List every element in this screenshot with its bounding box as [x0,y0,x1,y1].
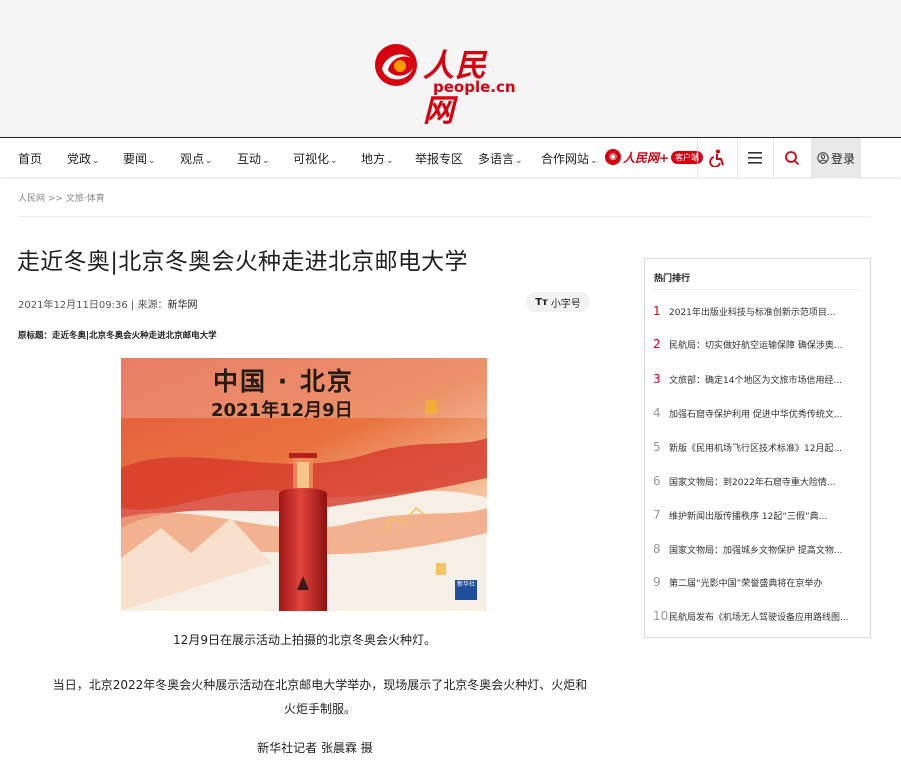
rank-headline: 加强石窟寺保护利用 促进中华优秀传统文... [669,409,843,420]
nav-item-opinion[interactable]: 观点⌄ [180,150,213,167]
photo-credit: 新华社记者 张晨霖 摄 [257,741,373,755]
nav-label: 多语言 [478,152,515,166]
hot-ranking-panel: 热门排行 1 2021年出版业科技与标准创新示范项目... 2 民航局：切实做好航空运… [644,258,871,638]
app-logo-icon: ◉ [605,149,621,165]
people-logo[interactable]: 人民网 people.cn [373,40,518,129]
top-banner: 人民网 people.cn [0,0,901,137]
font-size-toggle-button[interactable]: Tт 小字号 [526,292,590,312]
rank-headline: 国家文物局：加强城乡文物保护 提高文物... [669,545,843,556]
logo-mark-icon [375,44,417,86]
breadcrumb-divider [18,216,871,217]
user-icon [817,152,829,164]
nav-label: 可视化 [293,152,330,166]
hot-ranking-item[interactable]: 9 第二届“光影中国”荣誉盛典将在京举办 [653,573,863,591]
chevron-down-icon: ⌄ [205,156,213,166]
photo-text-location: 中国 · 北京 [213,367,354,396]
source-label: | 来源： [127,300,168,311]
article-photo: 中国 · 北京 2021年12月9日 新华社 [121,358,487,611]
hot-ranking-item[interactable]: 2 民航局：切实做好航空运输保障 确保涉奥... [653,335,863,353]
nav-item-home[interactable]: 首页 [18,150,42,167]
nav-item-news[interactable]: 要闻⌄ [123,150,156,167]
nav-label: 合作网站 [541,152,590,166]
rank-headline: 国家文物局：到2022年石窟寺重大险情... [669,477,836,488]
nav-item-local[interactable]: 地方⌄ [361,150,394,167]
rank-number: 8 [653,542,661,556]
search-icon-svg [785,151,800,166]
logo-text-en: people.cn [433,78,516,96]
rank-number: 4 [653,406,661,420]
original-title: 原标题：走近冬奥|北京冬奥会火种走进北京邮电大学 [18,331,217,341]
chevron-down-icon: ⌄ [148,156,156,166]
chevron-down-icon: ⌄ [386,156,394,166]
accessibility-icon[interactable] [697,145,737,171]
nav-item-party[interactable]: 党政⌄ [67,150,100,167]
rank-headline: 文旅部：确定14个地区为文旅市场信用经... [669,375,843,386]
rank-headline: 民航局发布《机场无人驾驶设备应用路线图... [669,612,849,623]
nav-label: 地方 [361,152,386,166]
article-date: 2021年12月11日09:36 [18,300,128,311]
chevron-down-icon: ⌄ [590,156,598,166]
search-icon[interactable] [772,145,812,171]
article-source[interactable]: 新华网 [167,300,197,311]
rank-headline: 2021年出版业科技与标准创新示范项目... [669,307,836,318]
hot-ranking-item[interactable]: 10 民航局发布《机场无人驾驶设备应用路线图... [653,607,863,625]
chevron-down-icon: ⌄ [92,156,100,166]
login-label: 登录 [830,151,855,166]
nav-label: 首页 [18,152,43,166]
article-paragraph: 当日，北京2022年冬奥会火种展示活动在北京邮电大学举办，现场展示了北京冬奥会火… [52,678,588,716]
breadcrumb: 人民网 >> 文旅·体育 [18,191,105,204]
rank-number: 1 [653,304,661,318]
nav-item-report[interactable]: 举报专区 [415,150,463,167]
nav-label: 观点 [180,152,205,166]
hot-ranking-title: 热门排行 [654,274,691,284]
photo-watermark: 新华社 [456,581,475,588]
hot-ranking-item[interactable]: 3 文旅部：确定14个地区为文旅市场信用经... [653,370,863,388]
nav-item-interact[interactable]: 互动⌄ [237,150,270,167]
rank-number: 5 [653,440,661,454]
article-meta: 2021年12月11日09:36 | 来源：新华网 [18,296,197,311]
article-title: 走近冬奥|北京冬奥会火种走进北京邮电大学 [17,249,468,275]
main-nav: 首页 党政⌄ 要闻⌄ 观点⌄ 互动⌄ 可视化⌄ 地方⌄ 举报专区 多语言⌄ 合作… [0,137,901,178]
nav-label: 互动 [237,152,262,166]
menu-icon-svg [748,152,762,164]
rank-number: 9 [653,575,661,589]
breadcrumb-section[interactable]: 文旅·体育 [66,194,105,204]
breadcrumb-sep: >> [47,194,63,204]
photo-text-date: 2021年12月9日 [211,400,353,421]
hot-ranking-item[interactable]: 4 加强石窟寺保护利用 促进中华优秀传统文... [653,404,863,422]
hot-ranking-item[interactable]: 8 国家文物局：加强城乡文物保护 提高文物... [653,540,863,558]
font-size-label: 小字号 [550,298,581,310]
rank-number: 10 [653,609,669,623]
hot-ranking-item[interactable]: 1 2021年出版业科技与标准创新示范项目... [653,302,863,320]
app-client-link[interactable]: ◉ 人民网+ 客户端 [605,148,704,166]
nav-label: 党政 [67,152,92,166]
chevron-down-icon: ⌄ [330,156,338,166]
menu-icon[interactable] [735,145,775,171]
accessibility-icon-svg [709,149,724,167]
rank-number: 6 [653,474,661,488]
hot-ranking-divider [654,289,861,290]
nav-item-partners[interactable]: 合作网站⌄ [541,150,598,167]
login-button[interactable]: 登录 [811,138,861,178]
hot-ranking-item[interactable]: 6 国家文物局：到2022年石窟寺重大险情... [653,472,863,490]
breadcrumb-home[interactable]: 人民网 [18,194,45,204]
rank-headline: 民航局：切实做好航空运输保障 确保涉奥... [669,340,843,351]
rank-number: 2 [653,337,661,351]
app-name: 人民网+ [623,150,670,165]
rank-number: 3 [653,372,661,386]
font-size-icon: Tт [535,296,548,308]
rank-headline: 第二届“光影中国”荣誉盛典将在京举办 [669,578,823,589]
nav-label: 要闻 [123,152,148,166]
chevron-down-icon: ⌄ [515,156,523,166]
hot-ranking-item[interactable]: 5 新版《民用机场飞行区技术标准》12月起... [653,438,863,456]
chevron-down-icon: ⌄ [262,156,270,166]
photo-caption: 12月9日在展示活动上拍摄的北京冬奥会火种灯。 [173,633,436,647]
rank-headline: 新版《民用机场飞行区技术标准》12月起... [669,443,843,454]
nav-item-visual[interactable]: 可视化⌄ [293,150,338,167]
hot-ranking-item[interactable]: 7 维护新闻出版传播秩序 12起“三假”典... [653,506,863,524]
nav-item-languages[interactable]: 多语言⌄ [478,150,523,167]
rank-headline: 维护新闻出版传播秩序 12起“三假”典... [669,511,828,522]
rank-number: 7 [653,508,661,522]
nav-label: 举报专区 [415,152,464,166]
